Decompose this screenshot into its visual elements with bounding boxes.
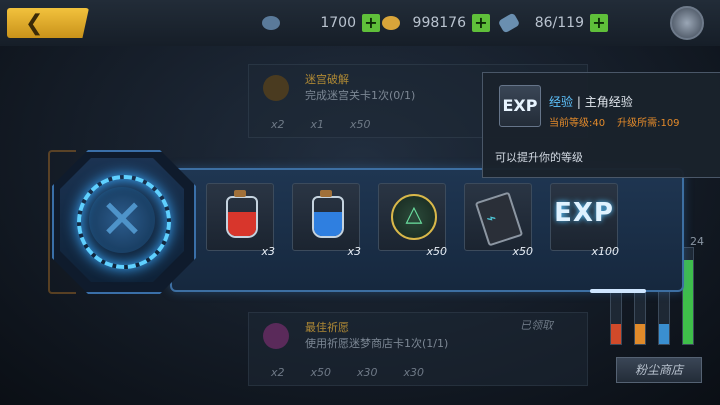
quest-desc: 完成迷宫关卡1次(0/1) xyxy=(305,89,416,102)
reward-item[interactable]: x3 xyxy=(292,183,361,258)
ticket-icon xyxy=(497,12,521,34)
quest-icon xyxy=(263,323,289,349)
tooltip-item-name: 主角经验 xyxy=(584,95,633,109)
reward-item[interactable]: x3 xyxy=(206,183,275,258)
reward-qty: x3 xyxy=(261,245,275,258)
quest-reward: x1 xyxy=(310,118,325,131)
reward-qty: x50 xyxy=(426,245,447,258)
blue-potion-icon xyxy=(312,190,344,238)
reward-qty: x100 xyxy=(591,245,619,258)
quest-title: 最佳祈愿 xyxy=(305,321,349,334)
reward-qty: x50 xyxy=(512,245,533,258)
quest-reward: x30 xyxy=(357,366,378,379)
quest-icon xyxy=(263,75,289,101)
back-arrow-icon: ❮ xyxy=(25,11,44,36)
quest-reward: x2 xyxy=(271,366,285,379)
tooltip-title: 经验 | 主角经验 xyxy=(549,93,633,110)
quest-reward: x50 xyxy=(350,118,371,131)
exp-icon: EXP xyxy=(554,198,614,228)
chip-card-icon: ⌁ xyxy=(474,191,524,247)
quest-title: 迷宫破解 xyxy=(305,73,349,86)
quest-rewards: x2 x1 x50 xyxy=(271,118,371,131)
stamina-value: 1700 xyxy=(320,15,356,31)
add-ticket-button[interactable]: + xyxy=(590,14,608,32)
top-bar: ❮ 1700 + 998176 + 86/119 + xyxy=(0,0,720,46)
emblem-token-icon: △ xyxy=(391,194,437,240)
red-potion-icon xyxy=(226,190,258,238)
reward-item[interactable]: ⌁ x50 xyxy=(464,183,533,258)
add-stamina-button[interactable]: + xyxy=(362,14,380,32)
tooltip-description: 可以提升你的等级 xyxy=(495,151,583,164)
tooltip-stats: 当前等级:40 升级所需:109 xyxy=(549,114,680,129)
gold-value: 998176 xyxy=(412,15,466,31)
gold-coin-icon xyxy=(382,16,400,30)
quest-reward: x30 xyxy=(403,366,425,379)
panel-accent xyxy=(590,289,646,293)
reward-item[interactable]: EXP x100 xyxy=(550,183,619,258)
exp-icon: EXP xyxy=(499,85,541,127)
quest-card: 最佳祈愿 使用祈愿迷梦商店卡1次(1/1) 已领取 x2 x50 x30 x30 xyxy=(248,312,588,386)
reward-qty: x3 xyxy=(347,245,361,258)
required-exp: 升级所需:109 xyxy=(617,118,680,129)
stamina-resource: 1700 + xyxy=(262,12,380,34)
quest-reward: x50 xyxy=(310,366,332,379)
gold-resource: 998176 + xyxy=(382,12,490,34)
current-level: 当前等级:40 xyxy=(549,118,606,129)
tooltip-separator: | xyxy=(573,95,585,109)
tooltip-category: 经验 xyxy=(549,95,574,109)
stamina-icon xyxy=(262,16,280,30)
claimed-status: 已领取 xyxy=(520,319,553,332)
quest-rewards: x2 x50 x30 x30 xyxy=(271,366,424,379)
ticket-resource: 86/119 + xyxy=(497,12,608,34)
dust-shop-button[interactable]: 粉尘商店 xyxy=(616,357,702,383)
item-tooltip: EXP 经验 | 主角经验 当前等级:40 升级所需:109 可以提升你的等级 xyxy=(482,72,720,178)
back-button[interactable]: ❮ xyxy=(7,8,89,38)
quest-desc: 使用祈愿迷梦商店卡1次(1/1) xyxy=(305,337,449,350)
emblem-x-icon: ✕ xyxy=(99,188,145,251)
profile-icon[interactable] xyxy=(670,6,704,40)
quest-reward: x2 xyxy=(271,118,285,131)
reward-item[interactable]: △ x50 xyxy=(378,183,447,258)
ticket-value: 86/119 xyxy=(534,15,584,31)
add-gold-button[interactable]: + xyxy=(472,14,490,32)
